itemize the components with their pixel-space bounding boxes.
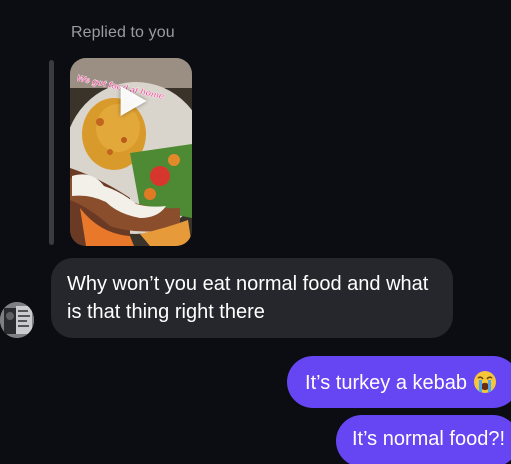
play-icon[interactable] [120, 86, 147, 117]
outgoing-message-bubble[interactable]: It’s turkey a kebab [287, 356, 511, 408]
replied-video-thumbnail[interactable]: We got food at home [70, 58, 192, 246]
avatar-image [0, 302, 34, 338]
outgoing-message-bubble[interactable]: It’s normal food?! [335, 415, 511, 464]
outgoing-message-text: It’s turkey a kebab [305, 372, 467, 394]
chat-thread: Replied to you We got food at home Why w… [0, 0, 511, 464]
incoming-message-bubble[interactable]: Why won’t you eat normal food and what i… [51, 258, 453, 338]
avatar[interactable] [0, 302, 34, 338]
reply-quote-bar [49, 60, 54, 245]
outgoing-message-text: It’s normal food?! [351, 428, 505, 450]
loudly-crying-face-icon [473, 370, 497, 394]
incoming-message-text: Why won’t you eat normal food and what i… [67, 273, 429, 323]
replied-to-you-label: Replied to you [71, 24, 175, 41]
